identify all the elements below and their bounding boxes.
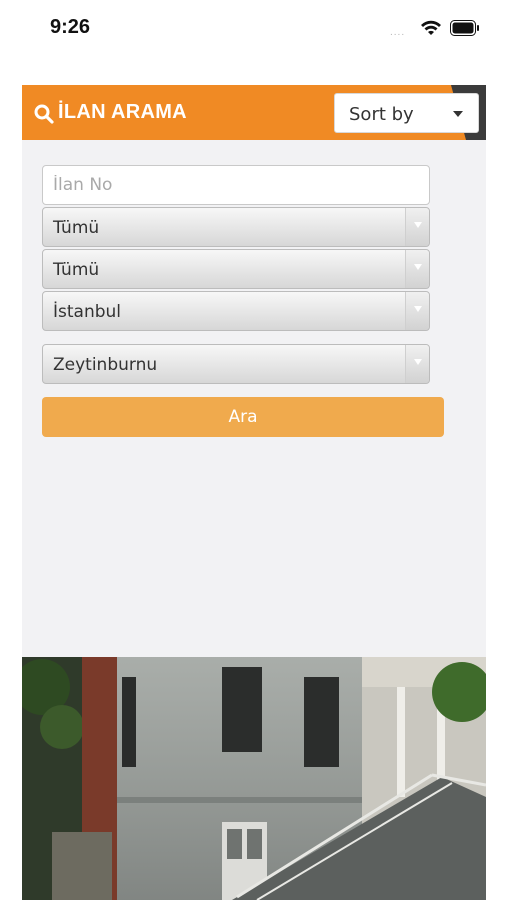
category-select[interactable]: Tümü — [42, 207, 430, 247]
status-time: 9:26 — [50, 16, 91, 38]
select-value: Tümü — [53, 260, 100, 280]
signal-icon: .... — [390, 27, 406, 38]
caret-down-icon — [414, 264, 422, 270]
header-bar: İLAN ARAMA Sort by — [22, 85, 486, 140]
select-arrow — [405, 292, 429, 330]
ilan-no-input[interactable] — [42, 165, 430, 205]
battery-icon — [450, 20, 479, 36]
caret-down-icon — [414, 222, 422, 228]
wifi-icon — [421, 20, 441, 35]
search-icon — [34, 104, 54, 124]
search-submit-button[interactable]: Ara — [42, 397, 444, 437]
house-photo — [22, 657, 486, 900]
page-title: İLAN ARAMA — [58, 101, 187, 123]
select-arrow — [405, 250, 429, 288]
caret-down-icon — [414, 306, 422, 312]
sort-by-button[interactable]: Sort by — [334, 93, 479, 133]
select-value: İstanbul — [53, 302, 122, 322]
sort-by-label: Sort by — [349, 104, 414, 125]
app-frame: İLAN ARAMA Sort by Tümü Tümü İstanbul Ze… — [22, 85, 486, 900]
district-select[interactable]: Zeytinburnu — [42, 344, 430, 384]
select-arrow — [405, 345, 429, 383]
type-select[interactable]: Tümü — [42, 249, 430, 289]
caret-down-icon — [453, 111, 463, 117]
city-select[interactable]: İstanbul — [42, 291, 430, 331]
select-value: Tümü — [53, 218, 100, 238]
status-bar: 9:26 .... — [0, 0, 507, 56]
select-value: Zeytinburnu — [53, 355, 158, 375]
caret-down-icon — [414, 359, 422, 365]
select-arrow — [405, 208, 429, 246]
